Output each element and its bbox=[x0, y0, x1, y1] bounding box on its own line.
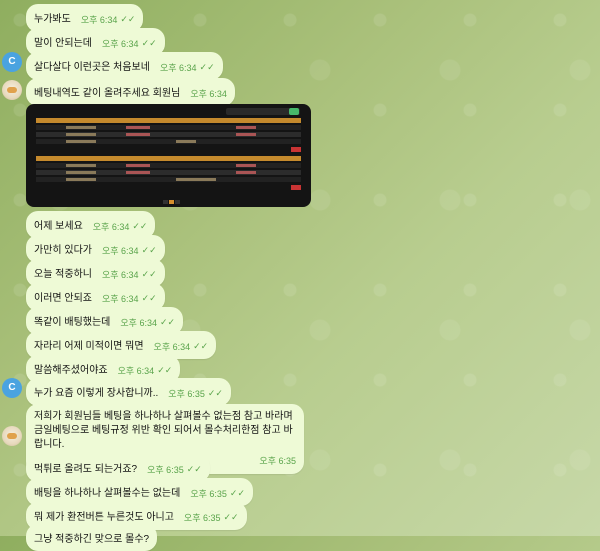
message-bubble[interactable]: 살다살다 이런곳은 처음보네 오후 6:34 ✓✓ bbox=[26, 52, 223, 80]
message-time: 오후 6:35 bbox=[190, 489, 227, 499]
avatar[interactable]: C bbox=[2, 378, 22, 398]
screenshot-page-button bbox=[169, 200, 174, 204]
screenshot-table-row bbox=[36, 170, 301, 175]
screenshot-page-button bbox=[175, 200, 180, 204]
message-text: 이러면 안되죠 bbox=[34, 293, 92, 304]
betting-history-screenshot[interactable] bbox=[26, 104, 311, 207]
message-text: 가만히 있다가 bbox=[34, 245, 92, 256]
double-check-icon: ✓✓ bbox=[141, 293, 157, 303]
double-check-icon: ✓✓ bbox=[159, 317, 176, 327]
message-text: 뭐 제가 환전버튼 누른것도 아니고 bbox=[34, 512, 174, 523]
message-text: 똑같이 배팅했는데 bbox=[34, 317, 111, 328]
message-text: 살다살다 이런곳은 처음보네 bbox=[34, 62, 150, 73]
double-check-icon: ✓✓ bbox=[141, 38, 157, 48]
double-check-icon: ✓✓ bbox=[229, 488, 246, 498]
double-check-icon: ✓✓ bbox=[141, 245, 157, 255]
avatar[interactable] bbox=[2, 426, 22, 446]
screenshot-table-header bbox=[36, 118, 301, 123]
double-check-icon: ✓✓ bbox=[193, 341, 209, 351]
message-time: 오후 6:34 bbox=[101, 294, 139, 304]
avatar[interactable] bbox=[2, 80, 22, 100]
message-time: 오후 6:34 bbox=[117, 366, 155, 376]
message-time: 오후 6:35 bbox=[168, 389, 205, 399]
message-time: 오후 6:34 bbox=[80, 15, 118, 25]
double-check-icon: ✓✓ bbox=[141, 269, 157, 279]
message-time: 오후 6:34 bbox=[101, 39, 139, 49]
message-time: 오후 6:35 bbox=[147, 465, 184, 475]
message-time: 오후 6:35 bbox=[259, 456, 296, 466]
screenshot-page-button bbox=[163, 200, 168, 204]
screenshot-table-row bbox=[36, 177, 301, 182]
screenshot-search-button bbox=[289, 108, 299, 115]
message-text: 베팅내역도 같이 올려주세요 회원님 bbox=[34, 88, 181, 99]
message-bubble[interactable]: 그냥 적중하긴 맞으로 몰수? bbox=[26, 524, 158, 551]
message-text: 배팅을 하나하나 살펴볼수는 없는데 bbox=[34, 488, 181, 499]
screenshot-table-row bbox=[36, 125, 301, 130]
message-time: 오후 6:34 bbox=[101, 270, 139, 280]
message-text: 저희가 회원님들 베팅을 하나하나 살펴볼수 없는점 참고 바라며 금일베팅으로… bbox=[34, 411, 293, 450]
message-time: 오후 6:34 bbox=[120, 318, 157, 328]
double-check-icon: ✓✓ bbox=[120, 14, 136, 24]
message-time: 오후 6:34 bbox=[190, 89, 227, 99]
message-text: 먹튀로 올려도 되는거죠? bbox=[34, 464, 138, 475]
screenshot-table-row bbox=[36, 132, 301, 137]
message-text: 누가 요즘 이렇게 장사합니까.. bbox=[34, 388, 159, 399]
message-time: 오후 6:34 bbox=[153, 342, 191, 352]
message-time: 오후 6:34 bbox=[92, 222, 130, 232]
message-text: 자라리 어제 미적이면 뭐면 bbox=[34, 341, 144, 352]
message-bubble[interactable]: 누가 요즘 이렇게 장사합니까.. 오후 6:35 ✓✓ bbox=[26, 378, 231, 406]
avatar[interactable]: C bbox=[2, 52, 22, 72]
message-text: 말이 안되는데 bbox=[34, 38, 92, 49]
screenshot-table-row bbox=[36, 163, 301, 168]
message-bubble[interactable]: 베팅내역도 같이 올려주세요 회원님 오후 6:34 bbox=[26, 78, 235, 106]
message-time: 오후 6:34 bbox=[101, 246, 139, 256]
message-time: 오후 6:34 bbox=[159, 63, 197, 73]
message-text: 누가봐도 bbox=[34, 14, 71, 25]
screenshot-delete-button bbox=[291, 185, 301, 190]
message-time: 오후 6:35 bbox=[183, 513, 221, 523]
screenshot-table-row bbox=[36, 139, 301, 144]
double-check-icon: ✓✓ bbox=[186, 464, 202, 474]
message-text: 어제 보세요 bbox=[34, 221, 83, 232]
double-check-icon: ✓✓ bbox=[157, 365, 173, 375]
message-text: 오늘 적중하니 bbox=[34, 269, 92, 280]
double-check-icon: ✓✓ bbox=[132, 221, 148, 231]
screenshot-delete-button bbox=[291, 147, 301, 152]
message-text: 그냥 적중하긴 맞으로 몰수? bbox=[34, 534, 150, 545]
double-check-icon: ✓✓ bbox=[223, 512, 239, 522]
screenshot-table-header bbox=[36, 156, 301, 161]
double-check-icon: ✓✓ bbox=[207, 388, 223, 398]
message-text: 말씀해주셨어야죠 bbox=[34, 365, 108, 376]
double-check-icon: ✓✓ bbox=[199, 62, 215, 72]
